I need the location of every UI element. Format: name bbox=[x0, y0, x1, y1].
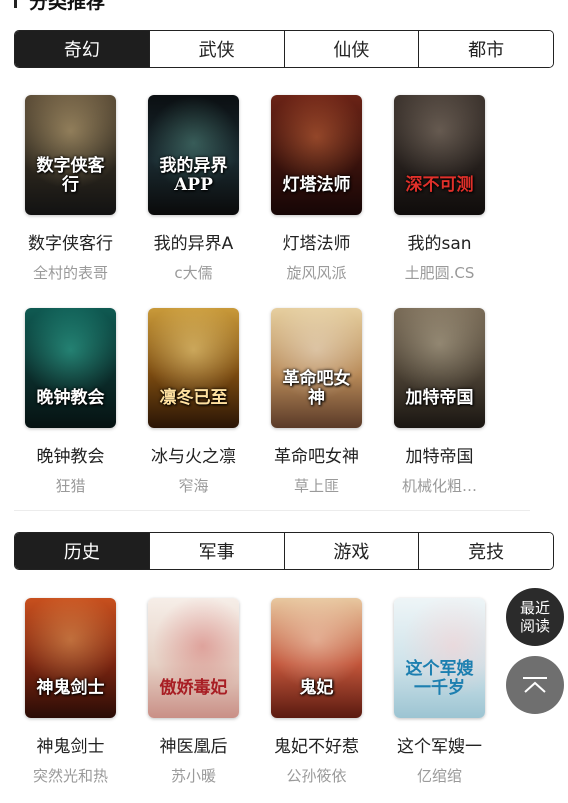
recent-reading-line2: 阅读 bbox=[519, 617, 550, 635]
book-cover[interactable]: 我的异界APP bbox=[148, 95, 239, 215]
book-author: 旋风风派 bbox=[286, 264, 347, 282]
book-cover[interactable]: 鬼妃 bbox=[271, 598, 362, 718]
book-author: 狂猎 bbox=[55, 477, 86, 495]
cover-title: 神鬼剑士 bbox=[36, 678, 105, 698]
cover-title: 加特帝国 bbox=[405, 388, 474, 408]
book-card[interactable]: 鬼妃 鬼妃不好惹 公孙筱依 bbox=[255, 598, 378, 786]
book-card[interactable]: 革命吧女神 革命吧女神 草上匪 bbox=[255, 308, 378, 496]
book-author: 突然光和热 bbox=[32, 767, 108, 785]
book-title[interactable]: 晚钟教会 bbox=[9, 442, 132, 467]
cover-title: 深不可测 bbox=[405, 175, 474, 195]
recent-reading-line1: 最近 bbox=[519, 599, 550, 617]
book-title[interactable]: 灯塔法师 bbox=[255, 229, 378, 254]
tab-games[interactable]: 游戏 bbox=[283, 533, 419, 569]
tab-military[interactable]: 军事 bbox=[148, 533, 284, 569]
cover-title: 凛冬已至 bbox=[159, 388, 228, 408]
book-title[interactable]: 我的异界A bbox=[132, 229, 255, 254]
tab-urban[interactable]: 都市 bbox=[418, 31, 553, 67]
cover-title: 傲娇毒妃 bbox=[159, 678, 228, 698]
book-card[interactable]: 加特帝国 加特帝国 机械化粗… bbox=[378, 308, 501, 496]
book-title[interactable]: 革命吧女神 bbox=[255, 442, 378, 467]
book-author: 全村的表哥 bbox=[32, 264, 108, 282]
book-author: 公孙筱依 bbox=[286, 767, 347, 785]
cover-title: 晚钟教会 bbox=[36, 388, 105, 408]
book-cover[interactable]: 数字侠客行 bbox=[25, 95, 116, 215]
book-cover[interactable]: 晚钟教会 bbox=[25, 308, 116, 428]
cover-title: 革命吧女神 bbox=[282, 369, 351, 408]
tab-wuxia[interactable]: 武侠 bbox=[148, 31, 284, 67]
book-title[interactable]: 鬼妃不好惹 bbox=[255, 732, 378, 757]
book-cover[interactable]: 加特帝国 bbox=[394, 308, 485, 428]
section-title: 分类推荐 bbox=[14, 0, 106, 13]
book-card[interactable]: 深不可测 我的san 土肥圆.CS bbox=[378, 95, 501, 283]
book-author: 土肥圆.CS bbox=[404, 264, 475, 282]
cover-title: 数字侠客行 bbox=[36, 156, 105, 195]
cover-title: 灯塔法师 bbox=[282, 175, 351, 195]
book-card[interactable]: 数字侠客行 数字侠客行 全村的表哥 bbox=[9, 95, 132, 283]
book-cover[interactable]: 傲娇毒妃 bbox=[148, 598, 239, 718]
section-title-text: 分类推荐 bbox=[29, 0, 106, 13]
recent-reading-button[interactable]: 最近 阅读 bbox=[506, 588, 564, 646]
book-card[interactable]: 神鬼剑士 神鬼剑士 突然光和热 bbox=[9, 598, 132, 786]
book-title[interactable]: 数字侠客行 bbox=[9, 229, 132, 254]
book-title[interactable]: 我的san bbox=[378, 229, 501, 254]
category-tabs-1: 奇幻 武侠 仙侠 都市 bbox=[14, 30, 554, 68]
cover-title: 我的异界APP bbox=[159, 156, 228, 195]
section-divider bbox=[14, 510, 530, 511]
book-card[interactable]: 傲娇毒妃 神医凰后 苏小暖 bbox=[132, 598, 255, 786]
book-author: 窄海 bbox=[178, 477, 209, 495]
cover-title: 这个军嫂一千岁 bbox=[405, 659, 474, 698]
book-cover[interactable]: 灯塔法师 bbox=[271, 95, 362, 215]
book-title[interactable]: 神医凰后 bbox=[132, 732, 255, 757]
section-title-bar bbox=[14, 0, 17, 8]
tab-history[interactable]: 历史 bbox=[15, 533, 149, 569]
book-cover[interactable]: 革命吧女神 bbox=[271, 308, 362, 428]
back-to-top-button[interactable] bbox=[506, 656, 564, 714]
book-title[interactable]: 加特帝国 bbox=[378, 442, 501, 467]
tab-xianxia[interactable]: 仙侠 bbox=[283, 31, 419, 67]
book-card[interactable]: 我的异界APP 我的异界A c大儒 bbox=[132, 95, 255, 283]
book-cover[interactable]: 凛冬已至 bbox=[148, 308, 239, 428]
book-author: 亿绾绾 bbox=[416, 767, 462, 785]
book-author: 机械化粗… bbox=[401, 477, 477, 495]
book-author: 苏小暖 bbox=[170, 767, 216, 785]
tab-sports[interactable]: 竞技 bbox=[418, 533, 553, 569]
cover-title: 鬼妃 bbox=[299, 678, 334, 698]
chevron-up-icon bbox=[523, 677, 547, 693]
book-author: 草上匪 bbox=[293, 477, 339, 495]
category-tabs-2: 历史 军事 游戏 竞技 bbox=[14, 532, 554, 570]
book-title[interactable]: 神鬼剑士 bbox=[9, 732, 132, 757]
book-card[interactable]: 凛冬已至 冰与火之凛 窄海 bbox=[132, 308, 255, 496]
book-card[interactable]: 晚钟教会 晚钟教会 狂猎 bbox=[9, 308, 132, 496]
book-title[interactable]: 冰与火之凛 bbox=[132, 442, 255, 467]
book-cover[interactable]: 神鬼剑士 bbox=[25, 598, 116, 718]
book-title[interactable]: 这个军嫂一 bbox=[378, 732, 501, 757]
book-author: c大儒 bbox=[174, 264, 213, 282]
book-cover[interactable]: 深不可测 bbox=[394, 95, 485, 215]
book-cover[interactable]: 这个军嫂一千岁 bbox=[394, 598, 485, 718]
tab-fantasy[interactable]: 奇幻 bbox=[15, 31, 149, 67]
book-card[interactable]: 这个军嫂一千岁 这个军嫂一 亿绾绾 bbox=[378, 598, 501, 786]
book-card[interactable]: 灯塔法师 灯塔法师 旋风风派 bbox=[255, 95, 378, 283]
